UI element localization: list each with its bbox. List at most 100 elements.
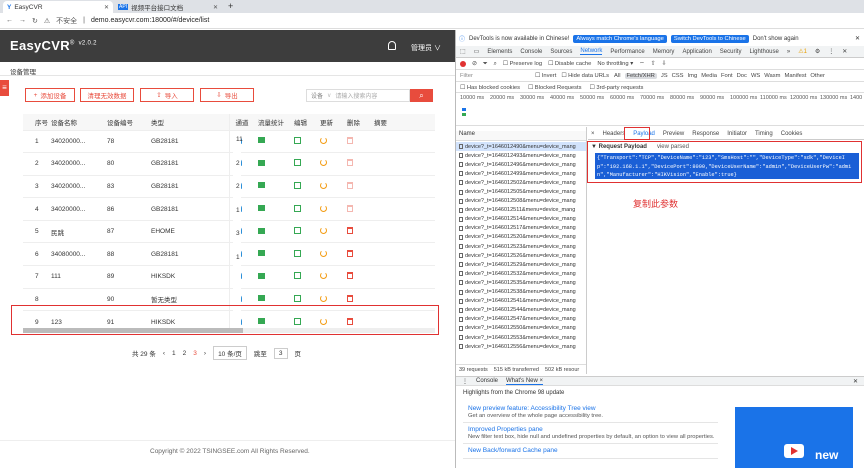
- filter-input[interactable]: Filter: [460, 73, 530, 79]
- whats-new-item[interactable]: New Back/forward Cache pane: [463, 444, 718, 459]
- edit-icon[interactable]: [294, 294, 301, 302]
- request-row[interactable]: device?_t=1646012514&menu=device_mang: [456, 215, 586, 224]
- request-row[interactable]: device?_t=1646012523&menu=device_mang: [456, 242, 586, 251]
- user-menu[interactable]: 管理员 ∨: [411, 43, 441, 53]
- request-row[interactable]: device?_t=1646012505&menu=device_mang: [456, 187, 586, 196]
- refresh-icon[interactable]: [320, 136, 327, 144]
- gear-icon[interactable]: ⚙: [815, 48, 820, 55]
- app-logo[interactable]: EasyCVR® v2.0.2: [10, 38, 97, 53]
- delete-icon[interactable]: [347, 249, 353, 257]
- search-input[interactable]: 设备 ∨ 请输入搜索内容: [306, 89, 410, 102]
- view-parsed-link[interactable]: view parsed: [657, 144, 689, 150]
- record-icon[interactable]: [460, 61, 466, 67]
- tab-performance[interactable]: Performance: [610, 49, 644, 55]
- type-chip-wasm[interactable]: Wasm: [764, 73, 780, 79]
- request-row[interactable]: device?_t=1646012496&menu=device_mang: [456, 160, 586, 169]
- page-1[interactable]: 1: [172, 350, 176, 357]
- preserve-log-checkbox[interactable]: ☐ Preserve log: [503, 61, 542, 67]
- type-chip-doc[interactable]: Doc: [737, 73, 747, 79]
- type-chip-ws[interactable]: WS: [751, 73, 760, 79]
- flow-stats-icon[interactable]: [258, 272, 265, 279]
- type-chip-css[interactable]: CSS: [672, 73, 684, 79]
- tab-security[interactable]: Security: [720, 49, 742, 55]
- tab-lighthouse[interactable]: Lighthouse: [749, 49, 778, 55]
- request-row[interactable]: device?_t=1646012547&menu=device_mang: [456, 315, 586, 324]
- close-devtools-icon[interactable]: ✕: [842, 48, 847, 55]
- drawer-tab-console[interactable]: Console: [476, 378, 498, 384]
- tab-elements[interactable]: Elements: [487, 49, 512, 55]
- delete-icon[interactable]: [347, 136, 353, 144]
- edit-icon[interactable]: [294, 159, 301, 167]
- next-page-button[interactable]: ›: [204, 350, 206, 357]
- tab-memory[interactable]: Memory: [653, 49, 675, 55]
- request-row[interactable]: device?_t=1646012517&menu=device_mang: [456, 224, 586, 233]
- tab-network[interactable]: Network: [580, 48, 603, 55]
- request-row[interactable]: device?_t=1646012544&menu=device_mang: [456, 306, 586, 315]
- refresh-icon[interactable]: [320, 249, 327, 257]
- type-chip-img[interactable]: Img: [688, 73, 698, 79]
- delete-icon[interactable]: [347, 159, 353, 167]
- third-party-checkbox[interactable]: ☐ 3rd-party requests: [590, 85, 644, 91]
- flow-stats-icon[interactable]: [258, 159, 265, 166]
- refresh-icon[interactable]: [320, 181, 327, 189]
- bell-icon[interactable]: [388, 41, 396, 50]
- edit-icon[interactable]: [294, 227, 301, 235]
- refresh-icon[interactable]: [320, 294, 327, 302]
- browser-tab-easycvr[interactable]: Y EasyCVR ✕: [3, 1, 113, 13]
- flow-stats-icon[interactable]: [258, 227, 265, 234]
- close-drawer-icon[interactable]: ✕: [853, 378, 858, 385]
- delete-icon[interactable]: [347, 272, 353, 280]
- request-row[interactable]: device?_t=1646012493&menu=device_mang: [456, 151, 586, 160]
- request-row[interactable]: device?_t=1646012508&menu=device_mang: [456, 197, 586, 206]
- warning-badge[interactable]: ⚠1: [798, 48, 807, 55]
- refresh-icon[interactable]: [320, 227, 327, 235]
- page-3[interactable]: 3: [193, 350, 197, 357]
- request-row[interactable]: device?_t=1646012556&menu=device_mang: [456, 342, 586, 351]
- network-timeline[interactable]: 10000 ms 20000 ms 30000 ms 40000 ms 50000 ms…: [456, 94, 864, 126]
- close-tab-icon[interactable]: ✕: [213, 4, 218, 11]
- request-row[interactable]: device?_t=1646012520&menu=device_mang: [456, 233, 586, 242]
- edit-icon[interactable]: [294, 249, 301, 257]
- play-icon[interactable]: [784, 444, 804, 458]
- page-size-select[interactable]: 10 条/页: [213, 346, 247, 360]
- has-blocked-checkbox[interactable]: ☐ Has blocked cookies: [460, 85, 520, 91]
- detail-tab-response[interactable]: Response: [692, 131, 719, 137]
- request-row[interactable]: device?_t=1646012499&menu=device_mang: [456, 169, 586, 178]
- close-detail-icon[interactable]: ×: [591, 131, 595, 137]
- whats-new-item[interactable]: New preview feature: Accessibility Tree …: [463, 402, 718, 423]
- request-row[interactable]: device?_t=1646012511&menu=device_mang: [456, 206, 586, 215]
- export-button[interactable]: ⇩ 导出: [200, 88, 254, 102]
- page-2[interactable]: 2: [183, 350, 187, 357]
- delete-icon[interactable]: [347, 181, 353, 189]
- prev-page-button[interactable]: ‹: [163, 350, 165, 357]
- type-chip-fetchxhr[interactable]: Fetch/XHR: [624, 73, 657, 79]
- invert-checkbox[interactable]: ☐ Invert: [535, 73, 556, 79]
- flow-stats-icon[interactable]: [258, 205, 265, 212]
- delete-icon[interactable]: [347, 204, 353, 212]
- refresh-icon[interactable]: [320, 204, 327, 212]
- flow-stats-icon[interactable]: [258, 250, 265, 257]
- hide-data-checkbox[interactable]: ☐ Hide data URLs: [561, 73, 609, 79]
- upload-icon[interactable]: ⇧: [651, 61, 656, 67]
- tab-application[interactable]: Application: [682, 49, 711, 55]
- request-row[interactable]: device?_t=1646012529&menu=device_mang: [456, 260, 586, 269]
- tab-console[interactable]: Console: [520, 49, 542, 55]
- request-row[interactable]: device?_t=1646012535&menu=device_mang: [456, 278, 586, 287]
- blocked-requests-checkbox[interactable]: ☐ Blocked Requests: [528, 85, 582, 91]
- type-chip-all[interactable]: All: [614, 73, 620, 79]
- import-button[interactable]: ⇪ 导入: [140, 88, 194, 102]
- request-row[interactable]: device?_t=1646012502&menu=device_mang: [456, 178, 586, 187]
- drawer-tab-whats-new[interactable]: What's New ×: [506, 378, 544, 385]
- refresh-icon[interactable]: [320, 272, 327, 280]
- inspect-icon[interactable]: ⬚: [460, 48, 466, 55]
- device-icon[interactable]: ▭: [474, 48, 480, 55]
- request-row[interactable]: device?_t=1646012550&menu=device_mang: [456, 324, 586, 333]
- delete-icon[interactable]: [347, 294, 353, 302]
- request-payload-header[interactable]: ▼ Request Payload view parsed: [591, 144, 689, 150]
- whats-new-title[interactable]: New preview feature: Accessibility Tree …: [468, 405, 715, 412]
- match-language-button[interactable]: Always match Chrome's language: [573, 34, 667, 43]
- request-row[interactable]: device?_t=1646012526&menu=device_mang: [456, 251, 586, 260]
- browser-tab-docs[interactable]: API 视频平台接口文档 ✕: [114, 1, 222, 13]
- request-row[interactable]: device?_t=1646012490&menu=device_mang: [456, 142, 586, 152]
- kebab-icon[interactable]: ⋮: [828, 48, 834, 55]
